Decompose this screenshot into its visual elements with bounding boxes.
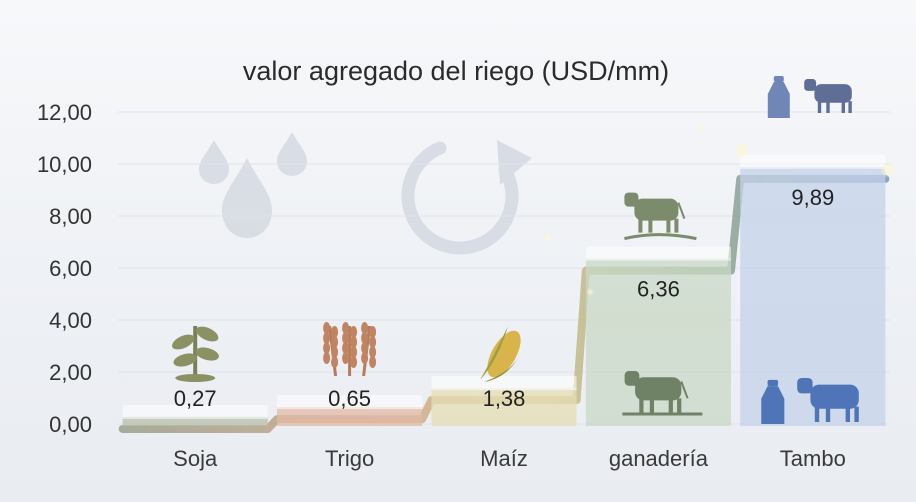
data-label: 0,65: [328, 386, 371, 411]
cow-grass-icon: [624, 233, 697, 241]
y-axis: 0,00 2,00 4,00 6,00 8,00 10,00 12,00: [37, 100, 92, 437]
sprout-icon: [172, 326, 219, 382]
wheat-icon: [323, 322, 377, 377]
bar-cap: [740, 154, 886, 169]
x-tick-label: Trigo: [325, 446, 374, 471]
cycle-arrow-icon: [401, 140, 532, 255]
y-tick-label: 10,00: [37, 152, 92, 177]
y-tick-label: 2,00: [49, 360, 92, 385]
x-axis: Soja Trigo Maíz ganadería Tambo: [173, 446, 846, 471]
x-tick-label: Soja: [173, 446, 218, 471]
x-tick-label: ganadería: [609, 446, 709, 471]
chart-title: valor agregado del riego (USD/mm): [243, 56, 669, 86]
y-tick-label: 6,00: [49, 256, 92, 281]
y-tick-label: 4,00: [49, 308, 92, 333]
data-label: 6,36: [637, 277, 680, 302]
y-tick-label: 8,00: [49, 204, 92, 229]
data-label: 9,89: [791, 185, 834, 210]
y-tick-label: 0,00: [49, 412, 92, 437]
chart-container: 0,00 2,00 4,00 6,00 8,00 10,00 12,00 0,27 0,65 1…: [0, 0, 916, 502]
corn-icon: [480, 326, 522, 382]
y-tick-label: 12,00: [37, 100, 92, 125]
bar-cap: [585, 246, 731, 261]
x-tick-label: Tambo: [780, 446, 846, 471]
data-label: 1,38: [483, 386, 526, 411]
x-tick-label: Maíz: [480, 446, 528, 471]
data-label: 0,27: [174, 386, 217, 411]
bar-chart: 0,00 2,00 4,00 6,00 8,00 10,00 12,00 0,27 0,65 1…: [37, 56, 896, 471]
water-drops-icon: [199, 132, 307, 238]
